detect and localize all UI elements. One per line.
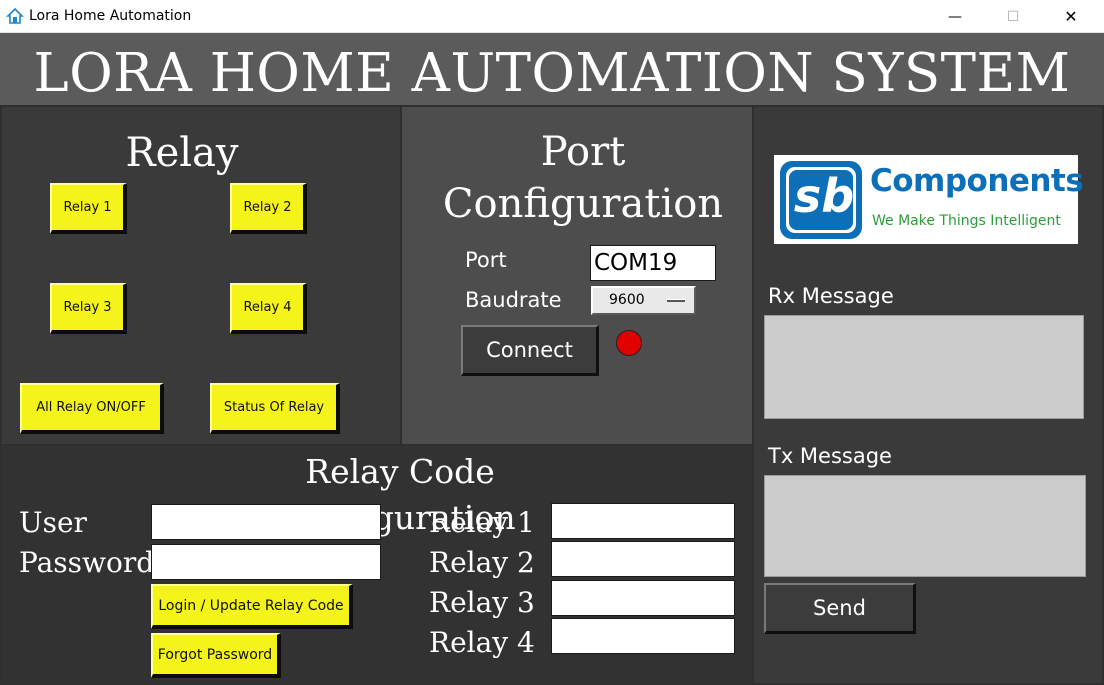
connection-status-indicator — [616, 330, 642, 356]
option-indicator-icon — [667, 299, 685, 302]
tx-message-label: Tx Message — [768, 444, 892, 468]
password-input[interactable] — [151, 544, 381, 580]
relay-code-label-3: Relay 3 — [429, 586, 535, 619]
forgot-password-button[interactable]: Forgot Password — [151, 633, 281, 678]
relay-panel-title: Relay — [125, 130, 239, 176]
baudrate-label: Baudrate — [465, 288, 562, 312]
user-input[interactable] — [151, 504, 381, 540]
relay-code-label-4: Relay 4 — [429, 626, 535, 659]
baudrate-value: 9600 — [609, 292, 645, 308]
relay-2-button[interactable]: Relay 2 — [230, 183, 307, 234]
relay-code-label-1: Relay 1 — [429, 506, 535, 539]
relay-code-input-1[interactable] — [551, 503, 735, 539]
user-label: User — [19, 506, 87, 539]
rx-message-area[interactable] — [764, 315, 1084, 419]
relay-code-input-3[interactable] — [551, 580, 735, 616]
home-app-icon — [6, 7, 24, 25]
port-input[interactable]: COM19 — [590, 245, 716, 281]
baudrate-select[interactable]: 9600 — [591, 286, 696, 315]
all-relay-toggle-button[interactable]: All Relay ON/OFF — [20, 383, 164, 434]
connect-button[interactable]: Connect — [461, 325, 599, 376]
relay-3-button[interactable]: Relay 3 — [50, 283, 127, 334]
port-config-title: Port Configuration — [442, 129, 724, 227]
close-button[interactable]: ✕ — [1042, 0, 1100, 33]
logo-tagline: We Make Things Intelligent — [872, 213, 1061, 229]
send-button[interactable]: Send — [764, 583, 916, 634]
password-label: Password — [19, 546, 155, 579]
relay-code-input-4[interactable] — [551, 618, 735, 654]
minimize-button[interactable]: — — [926, 0, 984, 33]
logo-brand-text: sb — [793, 169, 855, 223]
tx-message-input[interactable] — [764, 475, 1086, 577]
login-update-relay-code-button[interactable]: Login / Update Relay Code — [151, 584, 353, 629]
logo-name-text: Components — [870, 163, 1084, 199]
relay-4-button[interactable]: Relay 4 — [230, 283, 307, 334]
sb-components-logo: sb Components We Make Things Intelligent — [774, 155, 1084, 244]
relay-status-button[interactable]: Status Of Relay — [210, 383, 340, 434]
relay-code-label-2: Relay 2 — [429, 546, 535, 579]
rx-message-label: Rx Message — [768, 284, 894, 308]
port-label: Port — [465, 248, 507, 272]
window-title: Lora Home Automation — [29, 8, 192, 24]
relay-code-input-2[interactable] — [551, 541, 735, 577]
app-title: LORA HOME AUTOMATION SYSTEM — [33, 43, 1071, 104]
maximize-button[interactable]: ☐ — [984, 0, 1042, 33]
relay-1-button[interactable]: Relay 1 — [50, 183, 127, 234]
